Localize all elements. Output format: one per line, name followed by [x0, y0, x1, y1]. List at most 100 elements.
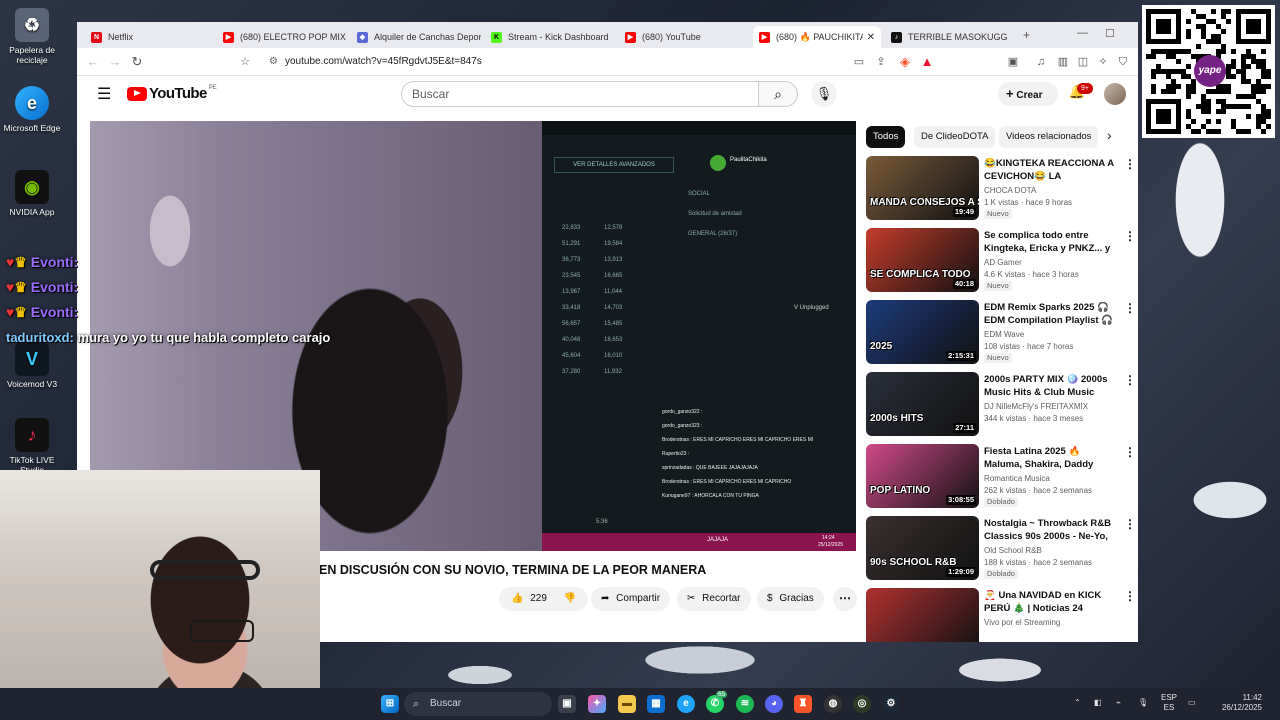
- voice-search-button[interactable]: 🎙: [811, 81, 837, 107]
- bookmark-icon[interactable]: ☆: [237, 54, 253, 70]
- store-icon[interactable]: ▦: [647, 695, 665, 713]
- recommendation-title[interactable]: EDM Remix Sparks 2025 🎧 EDM Compilation …: [984, 302, 1118, 328]
- kebab-menu-icon[interactable]: ⋮: [1124, 374, 1136, 386]
- steam-icon[interactable]: ⚙: [882, 695, 900, 713]
- obs-icon[interactable]: ◍: [824, 695, 842, 713]
- tray-display-icon[interactable]: ▭: [1188, 698, 1196, 708]
- kebab-menu-icon[interactable]: ⋮: [1124, 590, 1136, 602]
- video-thumbnail[interactable]: 2025 2:15:31: [866, 300, 979, 364]
- recommendation-title[interactable]: 😂KINGTEKA REACCIONA A CEVICHON😂 LA DECAD…: [984, 158, 1118, 184]
- task-view-icon[interactable]: ▣: [558, 695, 576, 713]
- kebab-menu-icon[interactable]: ⋮: [1124, 302, 1136, 314]
- wallet-icon[interactable]: ▣: [1005, 54, 1021, 70]
- spotify-icon[interactable]: ≋: [736, 695, 754, 713]
- desktop-icon-voicemod[interactable]: V Voicemod V3: [0, 342, 64, 389]
- tray-chevron-icon[interactable]: ⌃: [1074, 698, 1081, 708]
- desktop-icon-nvidia[interactable]: ◉ NVIDIA App: [0, 170, 64, 217]
- brave-shield-icon[interactable]: ◈: [897, 54, 913, 70]
- file-explorer-icon[interactable]: ▬: [618, 695, 636, 713]
- chip-related[interactable]: Videos relacionados: [999, 126, 1099, 148]
- site-info-icon[interactable]: ⚙: [269, 52, 278, 72]
- recommendation-channel[interactable]: Old School R&B: [984, 546, 1042, 555]
- app-icon[interactable]: ◎: [853, 695, 871, 713]
- windows-start-icon[interactable]: ⊞: [381, 695, 399, 713]
- recommendation-item[interactable]: 2000s HITS 27:11 2000s PARTY MIX 🪩 2000s M…: [866, 372, 1136, 436]
- recommendation-item[interactable]: 🎅 Una NAVIDAD en KICK PERÚ 🎄 | Noticias …: [866, 588, 1136, 642]
- clip-button[interactable]: ✂ Recortar: [677, 587, 751, 611]
- thumbs-down-icon[interactable]: 👎: [564, 593, 576, 604]
- cast-icon[interactable]: ▭: [851, 54, 867, 70]
- more-actions-button[interactable]: ⋯: [833, 587, 857, 611]
- brave-icon[interactable]: ♜: [794, 695, 812, 713]
- video-thumbnail[interactable]: SE COMPLICA TODO 40:18: [866, 228, 979, 292]
- forward-icon[interactable]: →: [107, 54, 123, 70]
- url-field[interactable]: ⚙ youtube.com/watch?v=45fRgdvtJ5E&t=847s: [267, 52, 847, 72]
- close-tab-icon[interactable]: ✕: [867, 32, 875, 43]
- tray-network-icon[interactable]: ⌁: [1116, 698, 1121, 708]
- tray-mic-icon[interactable]: 🎙: [1138, 698, 1148, 708]
- recommendation-title[interactable]: 🎅 Una NAVIDAD en KICK PERÚ 🎄 | Noticias …: [984, 590, 1118, 616]
- recommendation-item[interactable]: 90s SCHOOL R&B 1:29:09 Nostalgia ~ Throwba…: [866, 516, 1136, 580]
- recommendation-channel[interactable]: DJ NilleMcFly's FREITAXMIX: [984, 402, 1088, 411]
- tab-youtube[interactable]: ▶ (680) YouTube: [619, 26, 749, 48]
- screenshot-icon[interactable]: ◫: [1075, 54, 1091, 70]
- edge-icon[interactable]: e: [677, 695, 695, 713]
- recommendation-item[interactable]: 2025 2:15:31 EDM Remix Sparks 2025 🎧 EDM C…: [866, 300, 1136, 364]
- language-indicator[interactable]: ESP ES: [1158, 693, 1180, 713]
- reload-icon[interactable]: ↻: [129, 54, 145, 70]
- tab-pauchikita[interactable]: ▶ (680) 🔥 PAUCHIKITA Pi ✕: [753, 26, 881, 48]
- minimize-icon[interactable]: —: [1077, 27, 1088, 39]
- tab-tiktok[interactable]: ♪ TERRIBLE MASOKUGG: [885, 26, 1017, 48]
- recommendation-title[interactable]: 2000s PARTY MIX 🪩 2000s Music Hits & Clu…: [984, 374, 1118, 400]
- recommendation-channel[interactable]: AD Gamer: [984, 258, 1022, 267]
- tab-kick-dashboard[interactable]: K Stream - Kick Dashboard: [485, 26, 615, 48]
- tray-app-icon[interactable]: ◧: [1094, 698, 1102, 708]
- share-button[interactable]: ➦ Compartir: [591, 587, 671, 611]
- avatar[interactable]: [1104, 83, 1126, 105]
- recommendation-channel[interactable]: Vivo por el Streaming: [984, 618, 1060, 627]
- video-thumbnail[interactable]: MANDA CONSEJOS A SU EX19:49: [866, 156, 979, 220]
- back-icon[interactable]: ←: [85, 54, 101, 70]
- create-button[interactable]: + Crear: [998, 82, 1058, 106]
- youtube-logo[interactable]: YouTube PE: [127, 85, 217, 102]
- tab-netflix[interactable]: N Netflix: [85, 26, 213, 48]
- vpn-icon[interactable]: ⛉: [1115, 54, 1131, 70]
- desktop-icon-tiktok[interactable]: ♪ TikTok LIVE Studio: [0, 418, 64, 475]
- maximize-icon[interactable]: ☐: [1105, 27, 1115, 40]
- desktop-icon-edge[interactable]: e Microsoft Edge: [0, 86, 64, 133]
- rewards-icon[interactable]: ▲: [919, 54, 935, 70]
- thanks-button[interactable]: $ Gracias: [757, 587, 824, 611]
- recommendation-item[interactable]: POP LATINO 3:08:55 Fiesta Latina 2025 🔥 Ma…: [866, 444, 1136, 508]
- like-button[interactable]: 👍 229 👎: [499, 587, 589, 611]
- chip-channel[interactable]: De ClideoDOTA: [914, 126, 996, 148]
- recommendation-channel[interactable]: EDM Wave: [984, 330, 1024, 339]
- clock[interactable]: 11:42 26/12/2025: [1206, 693, 1262, 713]
- tab-canchas[interactable]: ◆ Alquiler de Canchas Deport: [351, 26, 481, 48]
- menu-icon[interactable]: ☰: [97, 84, 111, 104]
- video-thumbnail[interactable]: 90s SCHOOL R&B 1:29:09: [866, 516, 979, 580]
- recommendation-title[interactable]: Se complica todo entre Kingteka, Ericka …: [984, 230, 1118, 256]
- search-input[interactable]: Buscar: [401, 81, 759, 107]
- sidebar-icon[interactable]: ▥: [1055, 54, 1071, 70]
- desktop-icon-recycle-bin[interactable]: ♻ Papelera de reciclaje: [0, 8, 64, 65]
- recommendation-title[interactable]: Fiesta Latina 2025 🔥 Maluma, Shakira, Da…: [984, 446, 1118, 472]
- share-page-icon[interactable]: ⇪: [873, 54, 889, 70]
- video-thumbnail[interactable]: 2000s HITS 27:11: [866, 372, 979, 436]
- new-tab-icon[interactable]: +: [1023, 28, 1030, 42]
- video-thumbnail[interactable]: [866, 588, 979, 642]
- tab-electro-pop[interactable]: ▶ (680) ELECTRO POP MIX 200: [217, 26, 347, 48]
- kebab-menu-icon[interactable]: ⋮: [1124, 518, 1136, 530]
- search-button[interactable]: ⌕: [758, 81, 798, 107]
- recommendation-item[interactable]: MANDA CONSEJOS A SU EX19:49😂KINGTEKA REA…: [866, 156, 1136, 220]
- chevron-right-icon[interactable]: ›: [1107, 127, 1112, 143]
- recommendation-item[interactable]: SE COMPLICA TODO 40:18 Se complica todo en…: [866, 228, 1136, 292]
- taskbar-search[interactable]: ⌕ Buscar: [404, 692, 552, 716]
- music-icon[interactable]: ♫: [1033, 54, 1049, 70]
- ai-icon[interactable]: ✧: [1095, 54, 1111, 70]
- recommendation-title[interactable]: Nostalgia ~ Throwback R&B Classics 90s 2…: [984, 518, 1118, 544]
- kebab-menu-icon[interactable]: ⋮: [1124, 230, 1136, 242]
- chip-all[interactable]: Todos: [866, 126, 906, 148]
- copilot-icon[interactable]: ✦: [588, 695, 606, 713]
- kebab-menu-icon[interactable]: ⋮: [1124, 446, 1136, 458]
- discord-icon[interactable]: ◕: [765, 695, 783, 713]
